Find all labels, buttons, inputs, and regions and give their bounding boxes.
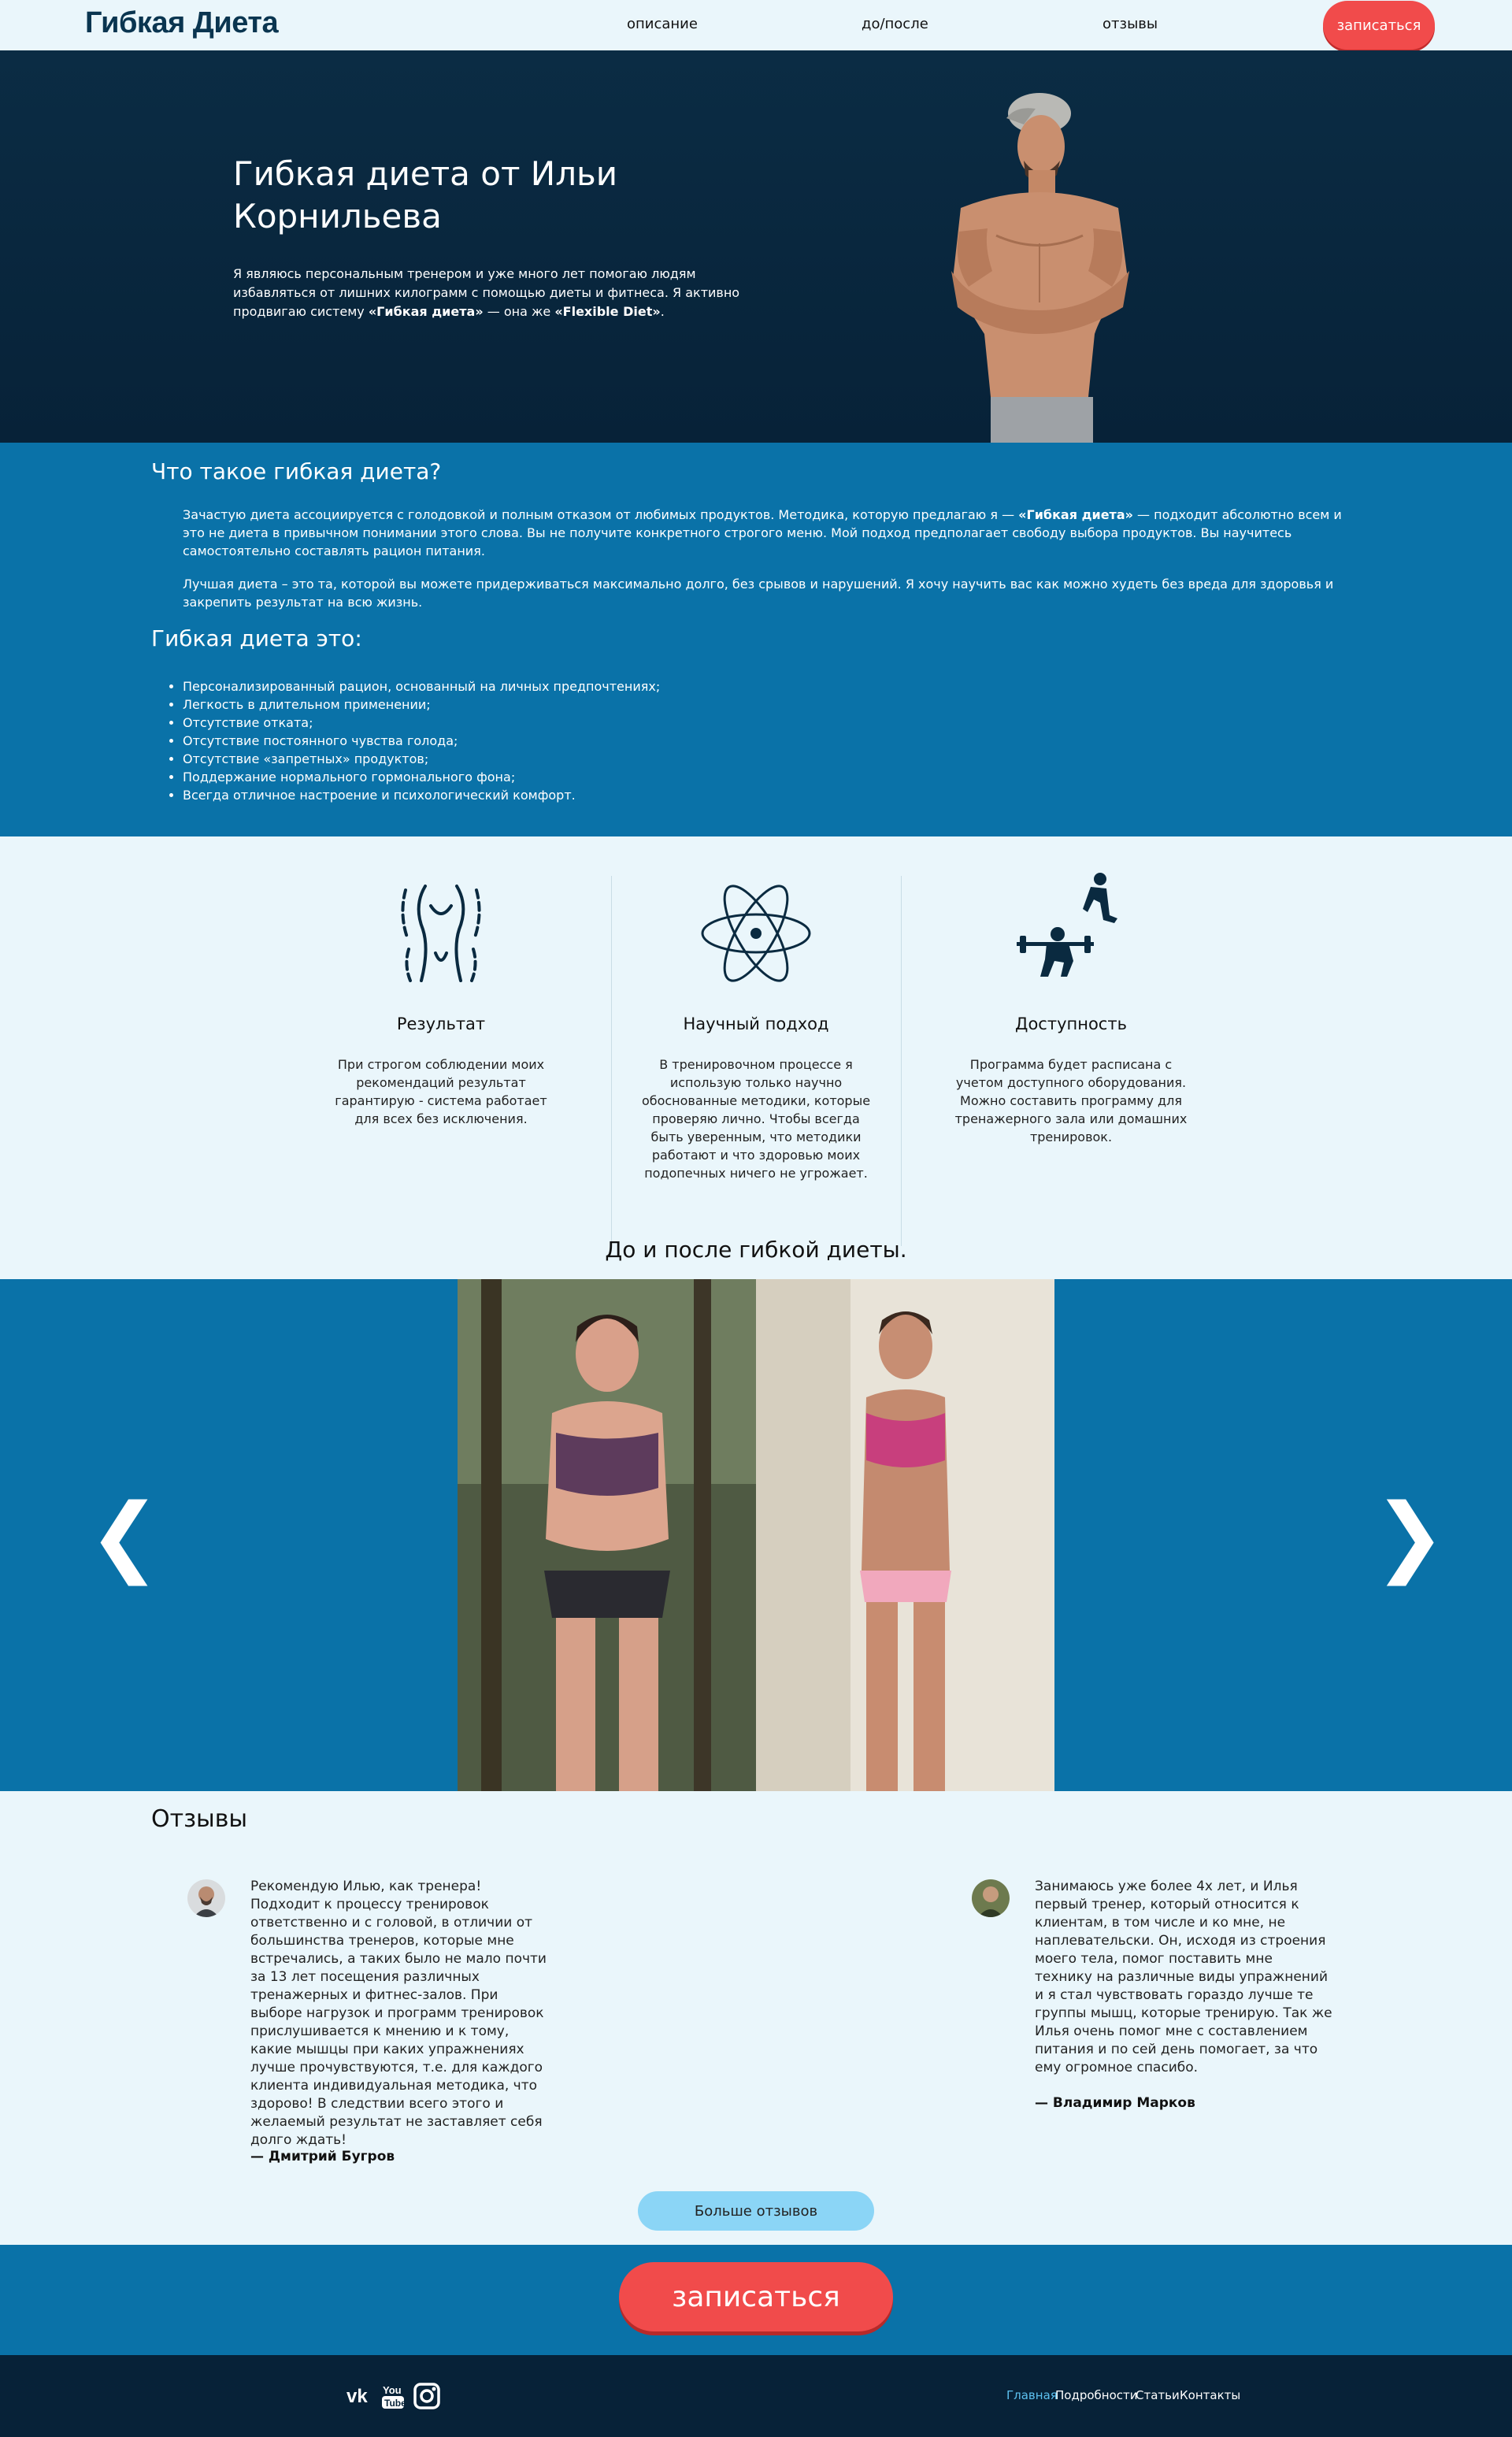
before-after-slider: ❮ ❯ — [0, 1279, 1512, 1791]
list-item: Отсутствие «запретных» продуктов; — [183, 750, 660, 768]
feature-result: Результат При строгом соблюдении моих ре… — [295, 836, 587, 1199]
nav-link-reviews[interactable]: отзывы — [1102, 16, 1158, 32]
instagram-icon[interactable] — [413, 2382, 441, 2410]
feature-text: При строгом соблюдении моих рекомендаций… — [335, 1057, 547, 1126]
trainer-photo — [951, 93, 1129, 443]
cta-section: записаться — [0, 2245, 1512, 2355]
features-section: Результат При строгом соблюдении моих ре… — [0, 836, 1512, 1278]
footer-link-details[interactable]: Подробности — [1055, 2388, 1138, 2402]
after-photo — [756, 1279, 1054, 1791]
signup-button-top[interactable]: записаться — [1323, 1, 1435, 50]
workout-icon — [1017, 873, 1117, 977]
hero-title: Гибкая диета от Ильи Корнильева — [233, 154, 618, 236]
review-author: — Владимир Марков — [1035, 2095, 1195, 2111]
youtube-icon[interactable]: You Tube — [381, 2382, 405, 2410]
avatar — [187, 1879, 225, 1917]
slider-next-button[interactable]: ❯ — [1373, 1492, 1446, 1578]
list-item: Персонализированный рацион, основанный н… — [183, 677, 660, 695]
slider-prev-button[interactable]: ❮ — [88, 1492, 161, 1578]
avatar — [972, 1879, 1010, 1917]
list-item: Отсутствие постоянного чувства голода; — [183, 732, 660, 750]
svg-text:You: You — [383, 2384, 402, 2396]
reviews-title: Отзывы — [151, 1805, 248, 1833]
top-nav: Гибкая Диета описание до/после отзывы за… — [0, 0, 1512, 50]
footer-link-contacts[interactable]: Контакты — [1180, 2388, 1240, 2402]
divider — [901, 876, 902, 1246]
signup-button-main[interactable]: записаться — [619, 2262, 893, 2331]
what-is-paragraph-1: Зачастую диета ассоциируется с голодовко… — [183, 507, 1342, 558]
benefits-title: Гибкая диета это: — [151, 625, 362, 651]
nav-link-description[interactable]: описание — [627, 16, 698, 32]
before-photo — [458, 1279, 756, 1791]
feature-title: Результат — [396, 1014, 486, 1033]
nav-link-before-after[interactable]: до/после — [862, 16, 928, 32]
what-is-title: Что такое гибкая диета? — [151, 458, 442, 484]
feature-text: Программа будет расписана с учетом досту… — [954, 1057, 1188, 1144]
what-is-section: Что такое гибкая диета? Зачастую диета а… — [0, 443, 1512, 836]
footer-link-home[interactable]: Главная — [1006, 2388, 1058, 2402]
before-after-title: До и после гибкой диеты. — [605, 1237, 907, 1263]
more-reviews-button[interactable]: Больше отзывов — [638, 2191, 874, 2231]
feature-access: Доступность Программа будет расписана с … — [925, 836, 1217, 1199]
svg-text:Tube: Tube — [384, 2398, 405, 2409]
feature-text: В тренировочном процессе я использую тол… — [641, 1057, 871, 1181]
review-text: Занимаюсь уже более 4х лет, и Илья первы… — [1035, 1879, 1332, 2075]
feature-title: Научный подход — [683, 1014, 829, 1033]
hero-section: Гибкая диета от Ильи Корнильева Я являюс… — [0, 50, 1512, 443]
list-item: Поддержание нормального гормонального фо… — [183, 768, 660, 786]
feature-science: Научный подход В тренировочном процессе … — [610, 836, 902, 1199]
svg-text:vk: vk — [346, 2386, 368, 2407]
review-author: — Дмитрий Бугров — [250, 2149, 395, 2164]
footer: vk You Tube Главная Подробности Статьи К… — [0, 2355, 1512, 2437]
atom-icon — [701, 885, 811, 982]
footer-link-articles[interactable]: Статьи — [1136, 2388, 1180, 2402]
list-item: Легкость в длительном применении; — [183, 695, 660, 714]
body-shape-icon — [401, 885, 481, 982]
vk-icon[interactable]: vk — [345, 2382, 376, 2410]
benefits-list: Персонализированный рацион, основанный н… — [183, 677, 660, 804]
site-logo[interactable]: Гибкая Диета — [85, 6, 279, 40]
list-item: Отсутствие отката; — [183, 714, 660, 732]
review-text: Рекомендую Илью, как тренера! Подходит к… — [250, 1879, 547, 2148]
hero-text: Я являюсь персональным тренером и уже мн… — [233, 266, 740, 319]
feature-title: Доступность — [1015, 1014, 1127, 1033]
what-is-paragraph-2: Лучшая диета – это та, которой вы можете… — [183, 577, 1334, 610]
list-item: Всегда отличное настроение и психологиче… — [183, 786, 660, 804]
